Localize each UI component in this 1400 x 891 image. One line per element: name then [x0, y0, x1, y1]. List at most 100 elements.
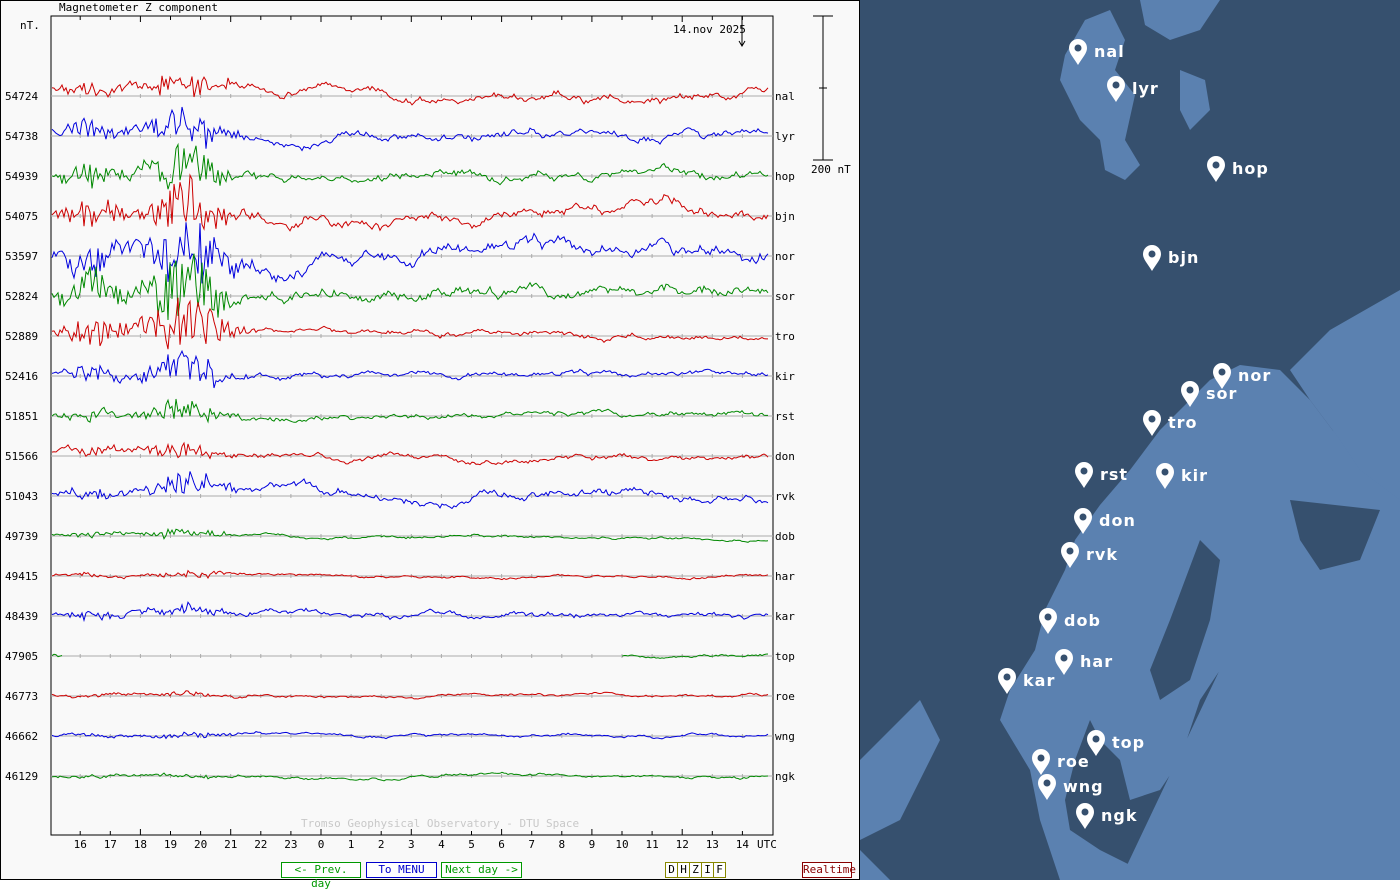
prev-day-button[interactable]: <- Prev. day — [281, 862, 361, 890]
x-tick-label: 21 — [224, 838, 238, 851]
map-pin-icon — [1107, 76, 1125, 102]
map-label-roe[interactable]: roe — [1057, 752, 1090, 771]
x-tick-label: 19 — [163, 838, 178, 851]
map-label-rvk[interactable]: rvk — [1086, 545, 1118, 564]
station-map: nal lyr hop bjn nor sor tro kir rst don rvk dob har k… — [860, 0, 1400, 880]
map-label-lyr[interactable]: lyr — [1132, 79, 1159, 98]
map-marker-roe[interactable] — [1031, 748, 1051, 776]
x-tick-label: 17 — [103, 838, 117, 851]
map-marker-dob[interactable] — [1038, 607, 1058, 635]
station-label-top: top — [775, 650, 795, 663]
map-marker-don[interactable] — [1073, 507, 1093, 535]
map-pin-icon — [1061, 542, 1079, 568]
x-tick-label: 6 — [498, 838, 505, 851]
x-tick-label: 22 — [254, 838, 268, 851]
x-tick-label: 2 — [377, 838, 385, 851]
map-marker-nal[interactable] — [1068, 38, 1088, 66]
x-tick-label: 13 — [705, 838, 719, 851]
map-marker-rst[interactable] — [1074, 461, 1094, 489]
x-tick-label: 12 — [675, 838, 689, 851]
map-label-nor[interactable]: nor — [1238, 366, 1271, 385]
map-label-rst[interactable]: rst — [1100, 465, 1128, 484]
x-tick-label: 10 — [615, 838, 629, 851]
x-tick-label: 23 — [284, 838, 298, 851]
map-marker-kar[interactable] — [997, 667, 1017, 695]
map-pin-icon — [1074, 508, 1092, 534]
x-tick-label: 8 — [558, 838, 566, 851]
map-marker-hop[interactable] — [1206, 155, 1226, 183]
station-label-hop: hop — [775, 170, 795, 183]
map-marker-rvk[interactable] — [1060, 541, 1080, 569]
map-marker-sor[interactable] — [1180, 380, 1200, 408]
x-tick-label: 7 — [528, 838, 536, 851]
trace-roe — [51, 690, 769, 700]
magnetometer-panel: Magnetometer Z component nT. 14.nov 2025… — [0, 0, 860, 890]
map-pin-icon — [1143, 410, 1161, 436]
trace-nor — [51, 222, 769, 284]
station-label-don: don — [775, 450, 795, 463]
map-label-sor[interactable]: sor — [1206, 384, 1237, 403]
map-pin-icon — [1156, 463, 1174, 489]
magnetogram-plot — [50, 15, 833, 836]
map-label-top[interactable]: top — [1112, 733, 1145, 752]
next-day-button[interactable]: Next day -> — [441, 862, 522, 878]
station-label-nor: nor — [775, 250, 795, 263]
plot-frame — [50, 15, 774, 836]
map-label-tro[interactable]: tro — [1168, 413, 1198, 432]
trace-kir — [51, 349, 769, 389]
station-label-kar: kar — [775, 610, 795, 623]
station-label-tro: tro — [775, 330, 795, 343]
map-label-nal[interactable]: nal — [1094, 42, 1125, 61]
map-label-hop[interactable]: hop — [1232, 159, 1269, 178]
map-marker-tro[interactable] — [1142, 409, 1162, 437]
baseline-value-don: 51566 — [5, 450, 39, 463]
menu-button[interactable]: To MENU — [366, 862, 437, 878]
map-pin-icon — [998, 668, 1016, 694]
baseline-value-kir: 52416 — [5, 370, 39, 383]
trace-ngk — [51, 771, 769, 782]
baseline-value-roe: 46773 — [5, 690, 39, 703]
x-tick-label: 14 — [735, 838, 750, 851]
map-marker-lyr[interactable] — [1106, 75, 1126, 103]
x-tick-label: 16 — [73, 838, 87, 851]
baseline-value-nor: 53597 — [5, 250, 39, 263]
trace-har — [51, 569, 769, 581]
map-marker-ngk[interactable] — [1075, 802, 1095, 830]
baseline-value-bjn: 54075 — [5, 210, 39, 223]
map-label-don[interactable]: don — [1099, 511, 1136, 530]
baseline-value-hop: 54939 — [5, 170, 39, 183]
map-label-bjn[interactable]: bjn — [1168, 248, 1199, 267]
station-label-sor: sor — [775, 290, 795, 303]
baseline-value-ngk: 46129 — [5, 770, 39, 783]
map-marker-har[interactable] — [1054, 648, 1074, 676]
map-label-kir[interactable]: kir — [1181, 466, 1208, 485]
component-f-button[interactable]: F — [713, 862, 726, 878]
station-label-lyr: lyr — [775, 130, 795, 143]
baseline-value-rst: 51851 — [5, 410, 39, 423]
trace-hop — [51, 142, 769, 190]
baseline-value-top: 47905 — [5, 650, 39, 663]
station-label-ngk: ngk — [775, 770, 795, 783]
x-tick-label: 0 — [317, 838, 325, 851]
station-label-har: har — [775, 570, 795, 583]
station-label-kir: kir — [775, 370, 795, 383]
map-pin-icon — [1039, 608, 1057, 634]
station-label-bjn: bjn — [775, 210, 795, 223]
baseline-value-har: 49415 — [5, 570, 39, 583]
station-label-rst: rst — [775, 410, 795, 423]
trace-lyr — [51, 106, 769, 152]
x-tick-label: 11 — [645, 838, 659, 851]
map-pin-icon — [1032, 749, 1050, 775]
map-label-dob[interactable]: dob — [1064, 611, 1101, 630]
map-marker-wng[interactable] — [1037, 773, 1057, 801]
map-label-ngk[interactable]: ngk — [1101, 806, 1137, 825]
map-label-wng[interactable]: wng — [1063, 777, 1104, 796]
station-label-dob: dob — [775, 530, 795, 543]
map-label-kar[interactable]: kar — [1023, 671, 1055, 690]
map-marker-bjn[interactable] — [1142, 244, 1162, 272]
x-tick-label: 5 — [468, 838, 475, 851]
map-pin-icon — [1076, 803, 1094, 829]
realtime-button[interactable]: Realtime — [802, 862, 856, 878]
map-label-har[interactable]: har — [1080, 652, 1113, 671]
map-marker-kir[interactable] — [1155, 462, 1175, 490]
